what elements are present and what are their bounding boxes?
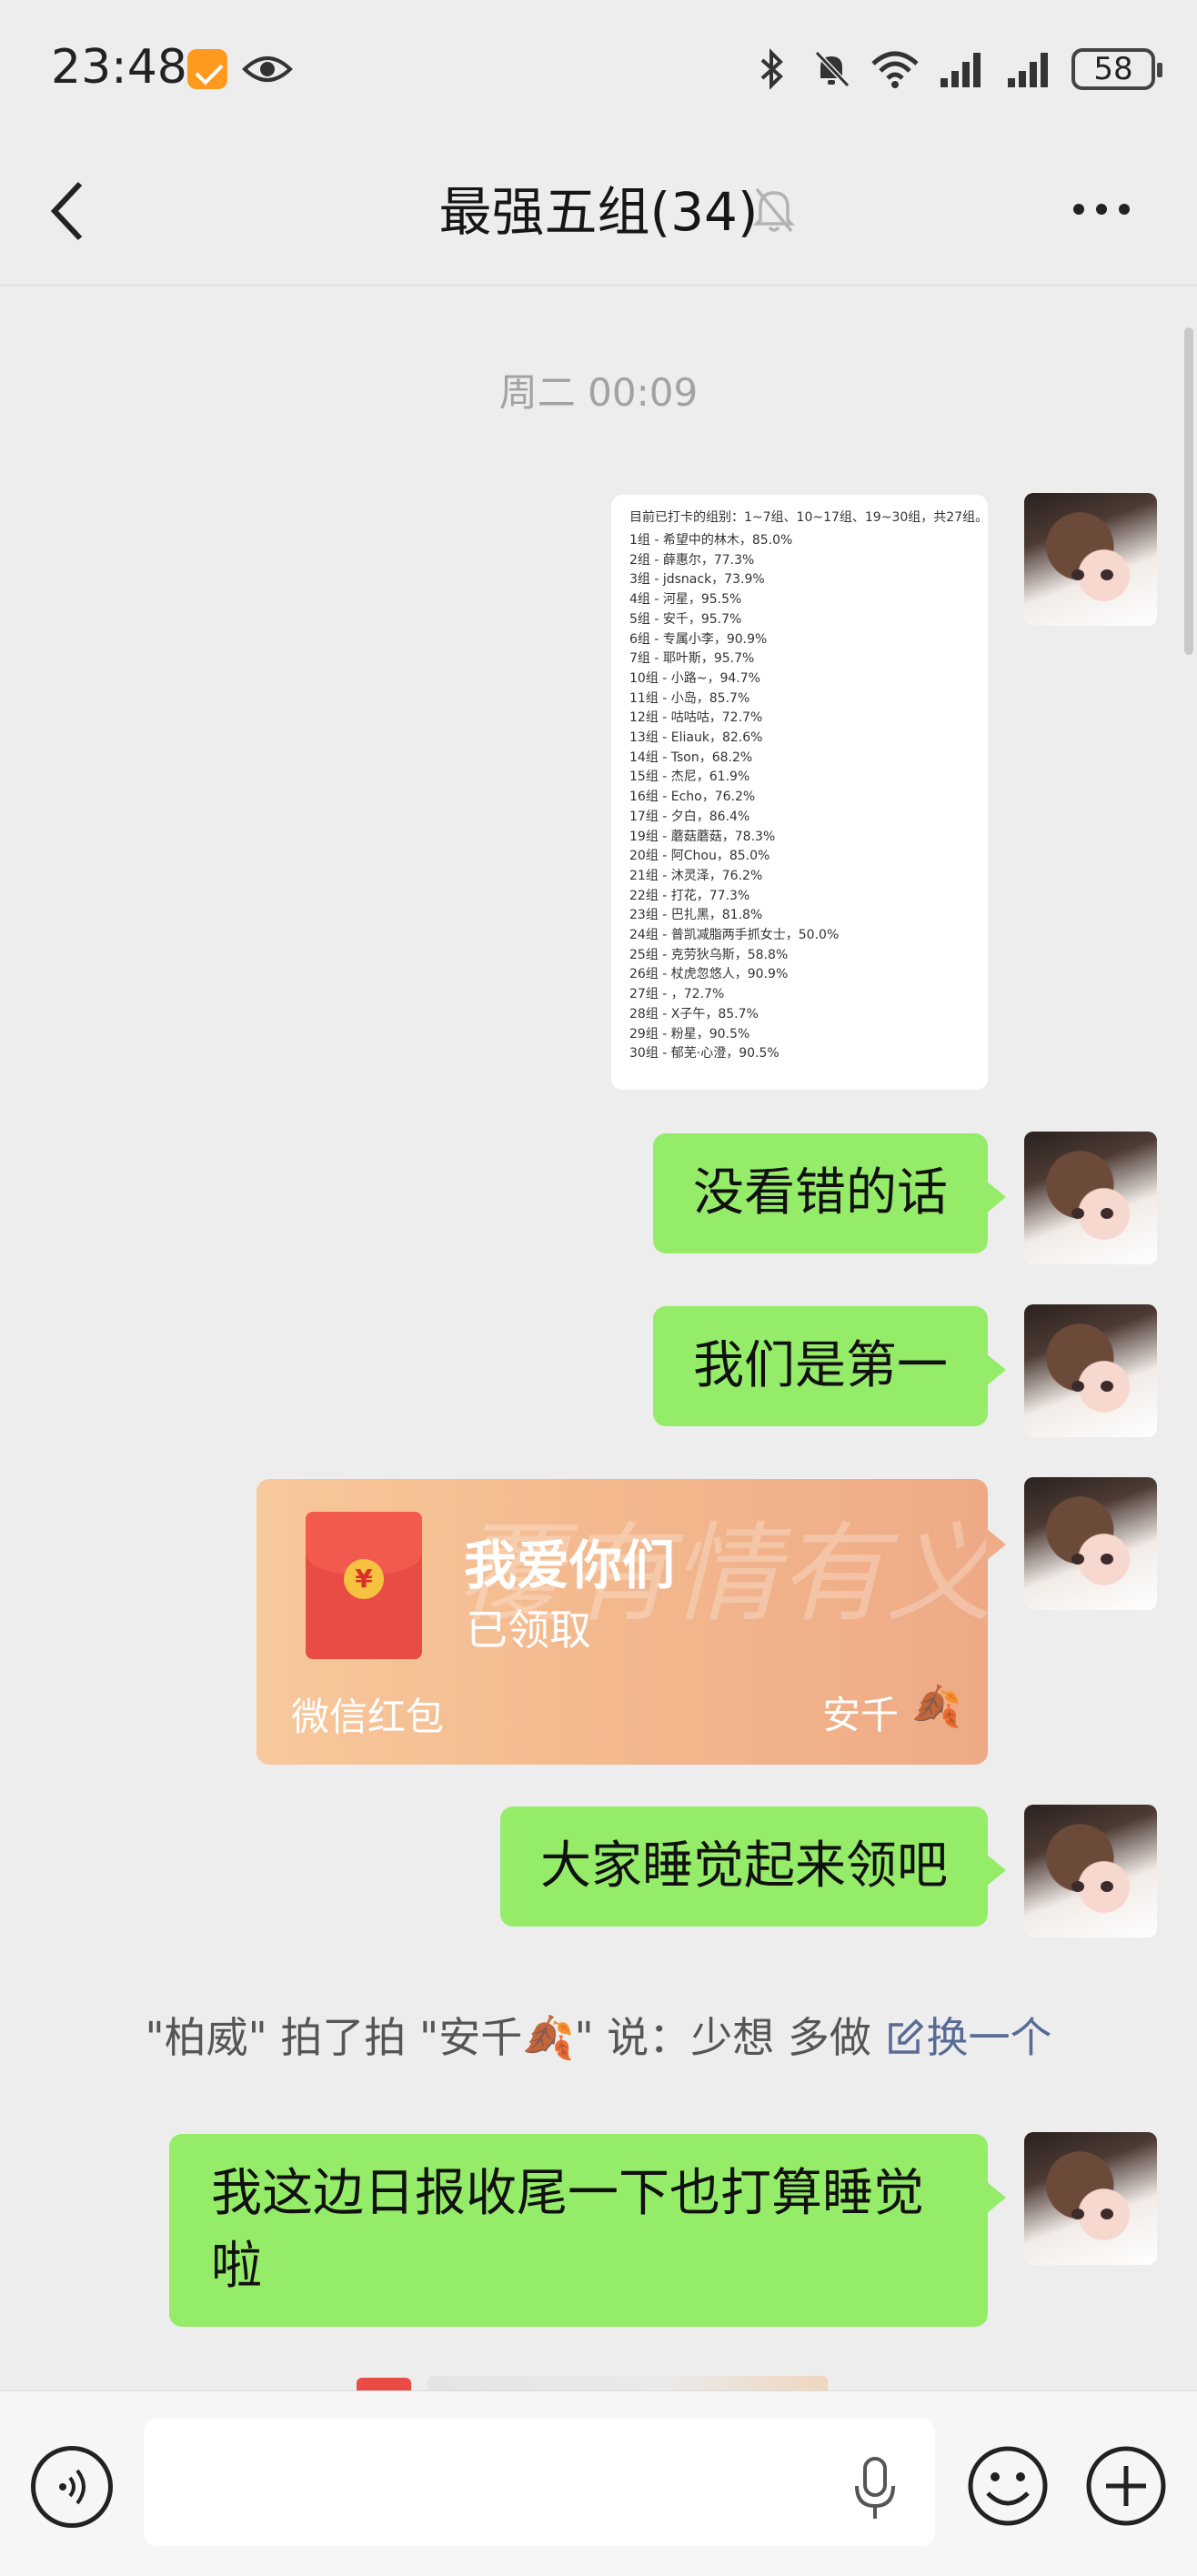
message-input[interactable]: [144, 2419, 935, 2546]
red-envelope-icon: ¥: [306, 1512, 422, 1659]
plus-icon[interactable]: [1084, 2444, 1168, 2528]
image-header-text: 目前已打卡的组别：1~7组、10~17组、19~30组，共27组。: [629, 510, 988, 525]
emoji-icon[interactable]: [966, 2444, 1050, 2528]
image-text-line: 21组 - 沐灵泽，76.2%: [629, 868, 763, 883]
message-bubble[interactable]: 没看错的话: [653, 1133, 1006, 1253]
eye-icon: [242, 56, 293, 82]
status-time: 23:48: [51, 40, 187, 95]
bubble-tail: [986, 1528, 1006, 1561]
image-text-line: 29组 - 粉星，90.5%: [629, 1026, 750, 1041]
message-bubble[interactable]: 我们是第一: [653, 1306, 1006, 1426]
signal-icon: [940, 53, 981, 87]
avatar[interactable]: [1024, 2132, 1157, 2265]
image-text-line: 22组 - 打花，77.3%: [629, 888, 750, 903]
avatar[interactable]: [1024, 493, 1157, 626]
pat-system-message: "柏威" 拍了拍 "安千🍂" 说：少想 多做 换一个: [0, 2005, 1197, 2065]
image-text-line: 19组 - 蘑菇蘑菇，78.3%: [629, 829, 776, 844]
bluetooth-icon: [760, 48, 783, 90]
image-text-line: 27组 - ，72.7%: [629, 987, 725, 1002]
image-text-line: 16组 - Echo，76.2%: [629, 790, 756, 805]
image-text-line: 6组 - 专属小李，90.9%: [629, 631, 768, 647]
image-message[interactable]: 目前已打卡的组别：1~7组、10~17组、19~30组，共27组。 1组 - 希…: [611, 495, 988, 1090]
edit-icon: [888, 2019, 923, 2054]
avatar[interactable]: [1024, 1477, 1157, 1610]
mute-bell-icon: [752, 187, 796, 233]
image-text-line: 10组 - 小路~，94.7%: [629, 670, 760, 686]
image-text-line: 4组 - 河星，95.5%: [629, 592, 742, 608]
wifi-icon: [871, 51, 919, 88]
image-text-line: 15组 - 杰尼，61.9%: [629, 770, 750, 785]
change-pat-label: 换一个: [926, 2013, 1052, 2062]
change-pat-link[interactable]: 换一个: [885, 2013, 1052, 2062]
coin-icon: ¥: [344, 1559, 384, 1599]
image-text-line: 30组 - 郁芜·心澄，90.5%: [629, 1046, 780, 1062]
image-text-line: 5组 - 安千，95.7%: [629, 611, 742, 627]
image-text-line: 25组 - 克劳狄乌斯，58.8%: [629, 947, 789, 962]
avatar[interactable]: [1024, 1304, 1157, 1437]
image-text-line: 20组 - 阿Chou，85.0%: [629, 849, 770, 864]
image-text-line: 26组 - 杖虎忽悠人，90.9%: [629, 967, 789, 982]
voice-icon[interactable]: [31, 2446, 113, 2528]
message-timestamp: 周二 00:09: [498, 370, 699, 415]
status-bar: 23:48 58: [0, 0, 1197, 136]
app-notification-icon: [187, 49, 227, 89]
chat-title: 最强五组(34): [438, 181, 759, 243]
avatar[interactable]: [1024, 1132, 1157, 1264]
avatar[interactable]: [1024, 1805, 1157, 1937]
mute-bell-icon: [814, 50, 850, 88]
image-text-line: 1组 - 希望中的林木，85.0%: [629, 533, 793, 548]
leaf-emoji: 🍂: [911, 1684, 961, 1730]
battery-indicator: 58: [1071, 48, 1162, 90]
chat-header: 最强五组(34): [0, 136, 1197, 286]
red-packet-message[interactable]: 覆有情有义 ¥ 我爱你们 已领取 微信红包 安千 🍂: [256, 1479, 988, 1765]
red-packet-label: 微信红包: [291, 1695, 445, 1739]
image-text-lines: 1组 - 希望中的林木，85.0% 2组 - 薛惠尔，77.3% 3组 - jdsn…: [629, 531, 970, 1064]
image-text-line: 7组 - 耶叶斯，95.7%: [629, 651, 755, 667]
image-text-line: 24组 - 普凯减脂两手抓女士，50.0%: [629, 928, 840, 943]
red-packet-title: 我爱你们: [464, 1535, 676, 1596]
red-packet-sender: 安千: [822, 1693, 900, 1737]
image-text-line: 14组 - Tson，68.2%: [629, 750, 753, 765]
image-text-line: 2组 - 薛惠尔，77.3%: [629, 552, 755, 568]
image-text-line: 17组 - 夕白，86.4%: [629, 809, 750, 824]
image-text-line: 23组 - 巴扎黑，81.8%: [629, 908, 763, 923]
more-icon[interactable]: [1070, 198, 1133, 220]
message-bubble[interactable]: 大家睡觉起来领吧: [500, 1806, 1006, 1927]
input-bar: [0, 2390, 1197, 2576]
image-text-line: 28组 - X子午，85.7%: [629, 1006, 759, 1021]
status-icons: 58: [749, 42, 1162, 96]
signal-icon-2: [1008, 53, 1048, 87]
image-text-line: 13组 - Eliauk，82.6%: [629, 730, 763, 746]
red-packet-status: 已领取: [466, 1605, 591, 1655]
mic-icon[interactable]: [851, 2455, 899, 2524]
image-text-line: 11组 - 小岛，85.7%: [629, 690, 750, 706]
image-text-line: 12组 - 咕咕咕，72.7%: [629, 710, 763, 726]
message-bubble[interactable]: 我这边日报收尾一下也打算睡觉啦: [169, 2134, 1006, 2327]
image-text-line: 3组 - jdsnack，73.9%: [629, 572, 765, 588]
pat-text: "柏威" 拍了拍 "安千🍂" 说：少想 多做: [145, 2013, 871, 2062]
